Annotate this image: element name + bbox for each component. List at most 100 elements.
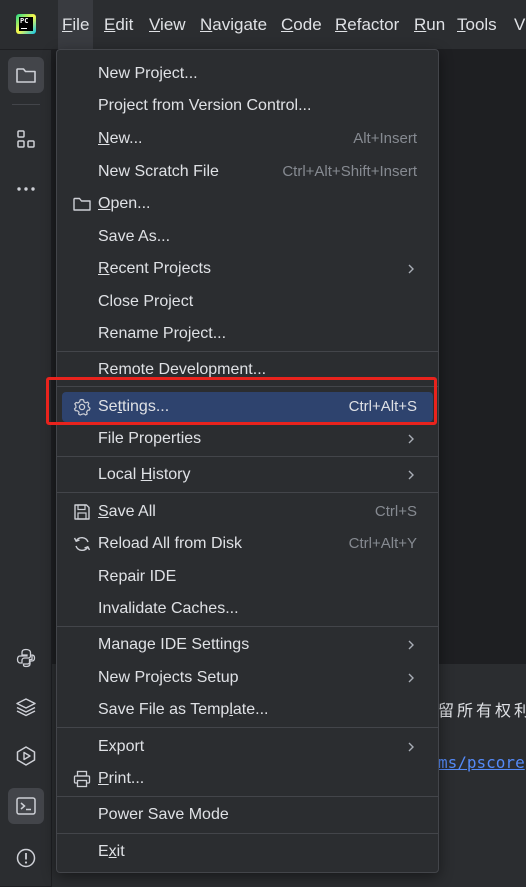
shortcut-text: Ctrl+S xyxy=(374,503,417,520)
mnemonic: N xyxy=(200,15,213,34)
label-rest: ave All xyxy=(108,503,156,520)
reload-icon xyxy=(73,536,91,552)
menu-separator xyxy=(57,626,438,627)
menu-item-label: Export xyxy=(98,738,145,755)
menu-item-file-properties[interactable]: File Properties xyxy=(62,424,433,454)
menu-tools[interactable]: Tools xyxy=(453,0,501,49)
menu-label: ile xyxy=(72,15,90,34)
shortcut-text: Ctrl+Alt+Shift+Insert xyxy=(282,163,417,180)
menu-refactor[interactable]: Refactor xyxy=(331,0,403,49)
mnemonic: O xyxy=(98,195,111,212)
menu-item-new-projects-setup[interactable]: New Projects Setup xyxy=(62,663,433,693)
mnemonic: T xyxy=(457,15,466,34)
chevron-right-icon xyxy=(405,663,417,694)
menu-item-close-project[interactable]: Close Project xyxy=(62,287,433,317)
mnemonic: P xyxy=(98,770,109,787)
menu-item-export[interactable]: Export xyxy=(62,732,433,762)
menu-edit[interactable]: Edit xyxy=(100,0,137,49)
label-rest: rint... xyxy=(108,770,145,787)
menu-run[interactable]: Run xyxy=(410,0,449,49)
layers-icon xyxy=(16,698,36,717)
menu-item-label: Repair IDE xyxy=(98,568,177,585)
menu-item-label: New Scratch File xyxy=(98,163,219,180)
terminal-icon xyxy=(16,797,36,815)
label-pre: Save File as Temp xyxy=(98,701,230,718)
label-rest: istory xyxy=(152,466,191,483)
menu-label: dit xyxy=(115,15,134,34)
menu-item-new-scratch-file[interactable]: New Scratch File Ctrl+Alt+Shift+Insert xyxy=(62,157,433,187)
menu-item-label: Power Save Mode xyxy=(98,806,229,823)
chevron-right-icon xyxy=(405,460,417,491)
save-icon xyxy=(74,504,90,520)
mnemonic: N xyxy=(98,130,110,147)
menu-navigate[interactable]: Navigate xyxy=(196,0,271,49)
menu-label: ode xyxy=(293,15,322,34)
menu-item-save-file-as-template[interactable]: Save File as Template... xyxy=(62,695,433,725)
label-rest: pen... xyxy=(110,195,151,212)
services-button[interactable] xyxy=(8,738,44,774)
menu-item-save-as[interactable]: Save As... xyxy=(62,222,433,252)
menu-item-reload-all[interactable]: Reload All from Disk Ctrl+Alt+Y xyxy=(62,529,433,559)
python-packages-button[interactable] xyxy=(8,689,44,725)
label-rest: it xyxy=(116,843,125,860)
terminal-tool-button[interactable] xyxy=(8,788,44,824)
project-tool-button[interactable] xyxy=(8,57,44,93)
more-tool-windows-button[interactable] xyxy=(8,171,44,207)
mnemonic: C xyxy=(281,15,294,34)
more-icon xyxy=(17,187,35,191)
app-logo-text: PC xyxy=(19,17,33,31)
menu-vcs[interactable]: VC xyxy=(510,0,526,49)
menu-item-label: New Projects Setup xyxy=(98,669,239,686)
menu-item-label: Open... xyxy=(98,189,150,219)
mnemonic: E xyxy=(104,15,116,34)
menu-code[interactable]: Code xyxy=(277,0,326,49)
menu-item-power-save-mode[interactable]: Power Save Mode xyxy=(62,800,433,830)
python-console-button[interactable] xyxy=(8,640,44,676)
menu-item-label: Invalidate Caches... xyxy=(98,600,239,617)
annotation-highlight-box xyxy=(46,377,437,425)
menu-label: un xyxy=(426,15,446,34)
chevron-right-icon xyxy=(405,424,417,455)
label-pre: E xyxy=(98,843,109,860)
menu-item-label: File Properties xyxy=(98,430,202,447)
menu-item-label: Project from Version Control... xyxy=(98,97,312,114)
menu-item-label: New Project... xyxy=(98,65,198,82)
menu-item-invalidate-caches[interactable]: Invalidate Caches... xyxy=(62,594,433,624)
menu-separator xyxy=(57,456,438,457)
menu-item-rename-project[interactable]: Rename Project... xyxy=(62,319,433,349)
pycharm-logo-icon[interactable]: PC xyxy=(16,14,36,34)
menu-item-local-history[interactable]: Local History xyxy=(62,460,433,490)
toolstrip-divider xyxy=(12,104,40,105)
mnemonic: F xyxy=(62,15,73,34)
structure-tool-button[interactable] xyxy=(8,121,44,157)
mnemonic: R xyxy=(98,260,110,277)
menu-item-label: Save File as Template... xyxy=(98,695,268,725)
menu-item-print[interactable]: Print... xyxy=(62,764,433,794)
menu-item-manage-ide-settings[interactable]: Manage IDE Settings xyxy=(62,630,433,660)
menu-label: iew xyxy=(160,15,186,34)
menu-file[interactable]: File xyxy=(58,0,94,49)
menu-view[interactable]: View xyxy=(145,0,190,49)
file-menu-dropdown: New Project... Project from Version Cont… xyxy=(56,49,439,873)
menu-item-new-project[interactable]: New Project... xyxy=(62,59,433,89)
menu-item-repair-ide[interactable]: Repair IDE xyxy=(62,562,433,592)
problems-tool-button[interactable] xyxy=(8,840,44,876)
mnemonic: H xyxy=(140,466,153,483)
mnemonic: R xyxy=(414,15,427,34)
menu-item-label: Save As... xyxy=(98,228,171,245)
menu-item-recent-projects[interactable]: Recent Projects xyxy=(62,254,433,284)
terminal-link[interactable]: ms/pscore xyxy=(438,753,525,772)
menu-item-save-all[interactable]: Save All Ctrl+S xyxy=(62,497,433,527)
terminal-text-line: 留所有权利 xyxy=(438,701,526,720)
services-icon xyxy=(16,746,36,766)
chevron-right-icon xyxy=(405,732,417,763)
menu-item-new[interactable]: New... Alt+Insert xyxy=(62,124,433,154)
menu-item-open[interactable]: Open... xyxy=(62,189,433,219)
menu-item-exit[interactable]: Exit xyxy=(62,837,433,867)
menu-item-label: Reload All from Disk xyxy=(98,535,243,552)
mnemonic: S xyxy=(98,503,109,520)
menu-item-project-from-vcs[interactable]: Project from Version Control... xyxy=(62,91,433,121)
menu-separator xyxy=(57,351,438,352)
print-icon xyxy=(73,770,91,788)
shortcut-text: Alt+Insert xyxy=(353,130,417,147)
